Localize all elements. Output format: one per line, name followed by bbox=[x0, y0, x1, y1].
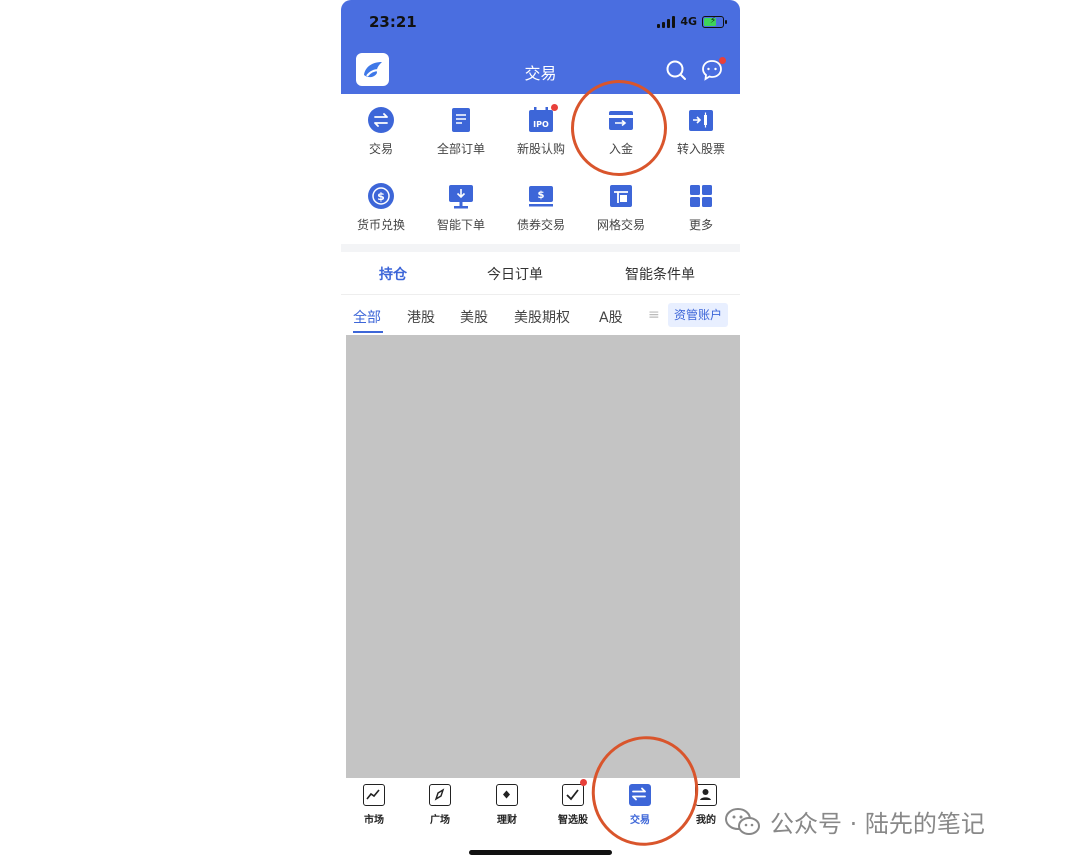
svg-text:$: $ bbox=[377, 190, 385, 203]
filter-overflow-hint: ≡ bbox=[648, 307, 660, 323]
currency-exchange-icon: $ bbox=[367, 182, 395, 210]
battery-icon: ⚡ bbox=[702, 15, 727, 28]
positions-content-redacted bbox=[346, 335, 740, 778]
nav-market[interactable]: 市场 bbox=[349, 784, 399, 826]
nav-wealth[interactable]: 理财 bbox=[482, 784, 532, 826]
transfer-in-stock-icon bbox=[687, 106, 715, 134]
notification-badge bbox=[719, 57, 726, 64]
action-smart-order[interactable]: 智能下单 bbox=[421, 170, 501, 240]
messages-button[interactable] bbox=[700, 57, 726, 82]
bond-ticket-icon: $ bbox=[527, 182, 555, 210]
search-button[interactable] bbox=[664, 58, 688, 82]
smart-order-monitor-icon bbox=[447, 182, 475, 210]
compass-icon bbox=[429, 784, 451, 806]
quick-actions-grid: 交易 全部订单 IPO 新股认购 入金 转入股票 $ 货币兑换 智能下单 $ 债… bbox=[341, 94, 740, 244]
action-trade[interactable]: 交易 bbox=[341, 94, 421, 164]
line-chart-icon bbox=[363, 784, 385, 806]
filter-us-stocks[interactable]: 美股 bbox=[460, 307, 488, 327]
stock-pick-badge bbox=[580, 779, 587, 786]
more-grid-icon bbox=[687, 182, 715, 210]
asset-management-account-button[interactable]: 资管账户 bbox=[667, 303, 728, 327]
svg-text:$: $ bbox=[538, 190, 545, 201]
document-icon bbox=[447, 106, 475, 134]
action-grid-trading[interactable]: 网格交易 bbox=[581, 170, 661, 240]
action-more[interactable]: 更多 bbox=[661, 170, 740, 240]
diamond-icon bbox=[496, 784, 518, 806]
active-filter-indicator bbox=[353, 331, 383, 333]
signal-icon bbox=[657, 15, 676, 28]
position-tabs: 持仓 今日订单 智能条件单 bbox=[341, 252, 740, 295]
svg-text:IPO: IPO bbox=[533, 120, 549, 129]
app-header: 23:21 4G ⚡ 交易 bbox=[341, 0, 740, 94]
swap-circle-icon bbox=[367, 106, 395, 134]
phone-screen: 23:21 4G ⚡ 交易 交易 全部订单 IPO 新股认购 入金 转入股票 $… bbox=[341, 0, 740, 864]
wechat-icon bbox=[725, 807, 760, 835]
home-indicator bbox=[469, 850, 612, 855]
watermark-text: 公众号 · 陆先的笔记 bbox=[770, 810, 985, 838]
filter-us-options[interactable]: 美股期权 bbox=[514, 307, 570, 327]
ipo-calendar-icon: IPO bbox=[527, 104, 558, 134]
search-icon bbox=[666, 60, 686, 80]
market-filter-bar: 全部 港股 美股 美股期权 A股 ≡ 资管账户 bbox=[341, 295, 740, 335]
tab-today-orders[interactable]: 今日订单 bbox=[487, 264, 543, 284]
ipo-badge bbox=[551, 104, 558, 111]
section-divider bbox=[341, 244, 740, 252]
status-indicators: 4G ⚡ bbox=[657, 15, 727, 28]
checklist-icon bbox=[562, 779, 587, 806]
filter-a-shares[interactable]: A股 bbox=[599, 307, 623, 327]
grid-trading-icon bbox=[607, 182, 635, 210]
action-ipo[interactable]: IPO 新股认购 bbox=[501, 94, 581, 164]
network-type: 4G bbox=[680, 15, 697, 28]
tab-positions[interactable]: 持仓 bbox=[379, 264, 407, 284]
status-time: 23:21 bbox=[369, 13, 417, 31]
action-currency-exchange[interactable]: $ 货币兑换 bbox=[341, 170, 421, 240]
action-all-orders[interactable]: 全部订单 bbox=[421, 94, 501, 164]
filter-hk-stocks[interactable]: 港股 bbox=[407, 307, 435, 327]
filter-all[interactable]: 全部 bbox=[353, 307, 381, 327]
action-transfer-in-stock[interactable]: 转入股票 bbox=[661, 94, 740, 164]
tab-smart-conditional-orders[interactable]: 智能条件单 bbox=[625, 264, 695, 284]
nav-square[interactable]: 广场 bbox=[415, 784, 465, 826]
action-bond-trading[interactable]: $ 债券交易 bbox=[501, 170, 581, 240]
watermark: 公众号 · 陆先的笔记 bbox=[724, 804, 985, 839]
